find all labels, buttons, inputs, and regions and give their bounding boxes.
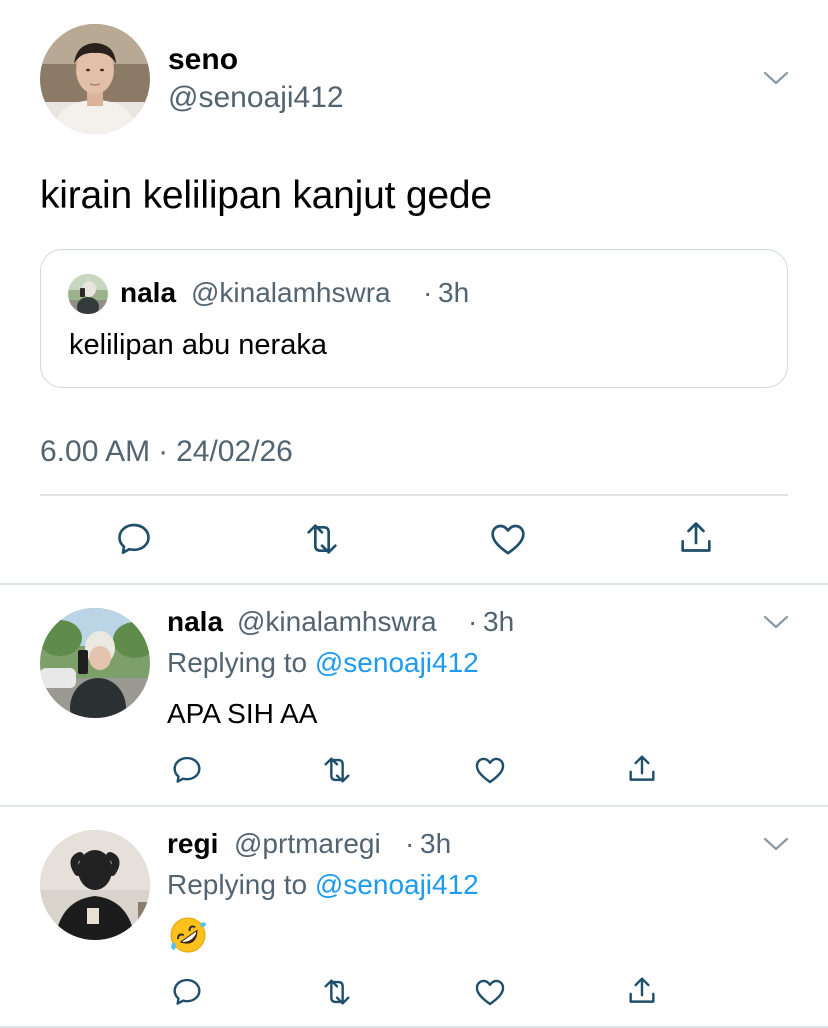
heart-icon[interactable] xyxy=(472,975,508,1009)
avatar-photo-nala xyxy=(40,608,150,718)
meta-separator: · xyxy=(423,277,433,308)
tweet-date: 24/02/26 xyxy=(176,435,293,468)
meta-separator: · xyxy=(158,435,169,468)
reply-author-name[interactable]: nala xyxy=(167,605,223,639)
speech-bubble-icon[interactable] xyxy=(170,753,204,787)
mention-link[interactable]: @senoaji412 xyxy=(315,647,479,678)
reply-time: 3h xyxy=(483,606,515,637)
divider xyxy=(0,583,828,585)
avatar-photo-regi xyxy=(40,830,150,940)
avatar[interactable] xyxy=(40,24,150,134)
retweet-arrows-icon[interactable] xyxy=(318,975,356,1009)
tweet-text: kirain kelilipan kanjut gede xyxy=(40,174,492,217)
divider xyxy=(0,1026,828,1028)
avatar xyxy=(68,274,108,314)
replying-to: Replying to @senoaji412 xyxy=(167,645,479,681)
avatar-photo-nala xyxy=(68,274,108,314)
reply-author-handle[interactable]: @prtmaregi xyxy=(234,827,381,861)
chevron-down-icon[interactable] xyxy=(763,836,789,852)
quoted-author-name: nala xyxy=(120,277,177,308)
replying-label: Replying to xyxy=(167,869,308,900)
replying-to: Replying to @senoaji412 xyxy=(167,867,479,903)
replying-label: Replying to xyxy=(167,647,308,678)
reply-text: APA SIH AA xyxy=(167,698,318,729)
chevron-down-icon[interactable] xyxy=(763,70,789,86)
reply-author-handle[interactable]: @kinalamhswra xyxy=(237,605,437,639)
divider xyxy=(0,805,828,807)
quoted-tweet[interactable]: nala @kinalamhswra · 3h kelilipan abu ne… xyxy=(40,249,788,388)
quoted-time: 3h xyxy=(438,277,470,308)
meta-separator: · xyxy=(405,828,415,859)
share-upload-icon[interactable] xyxy=(676,517,716,559)
heart-icon[interactable] xyxy=(472,753,508,787)
quoted-author-handle: @kinalamhswra xyxy=(191,277,391,308)
tweet-time: 6.00 AM xyxy=(40,435,151,468)
author-name[interactable]: seno xyxy=(168,42,238,78)
share-upload-icon[interactable] xyxy=(625,751,659,787)
reply-author-name[interactable]: regi xyxy=(167,827,218,861)
meta-separator: · xyxy=(468,606,478,637)
tweet-timestamp[interactable]: 6.00 AM · 24/02/26 xyxy=(40,434,293,470)
avatar-photo-seno xyxy=(40,24,150,134)
retweet-arrows-icon[interactable] xyxy=(300,519,344,559)
avatar[interactable] xyxy=(40,608,150,718)
chevron-down-icon[interactable] xyxy=(763,614,789,630)
speech-bubble-icon[interactable] xyxy=(170,975,204,1009)
quoted-text: kelilipan abu neraka xyxy=(69,329,327,361)
avatar[interactable] xyxy=(40,830,150,940)
author-handle[interactable]: @senoaji412 xyxy=(168,80,344,116)
share-upload-icon[interactable] xyxy=(625,973,659,1009)
mention-link[interactable]: @senoaji412 xyxy=(315,869,479,900)
rolling-on-the-floor-laughing-emoji-icon xyxy=(168,915,208,955)
heart-icon[interactable] xyxy=(487,519,529,559)
main-tweet: seno @senoaji412 kirain kelilipan kanjut… xyxy=(0,0,828,584)
retweet-arrows-icon[interactable] xyxy=(318,753,356,787)
divider xyxy=(40,494,788,496)
speech-bubble-icon[interactable] xyxy=(114,519,154,559)
reply-time: 3h xyxy=(420,828,452,859)
